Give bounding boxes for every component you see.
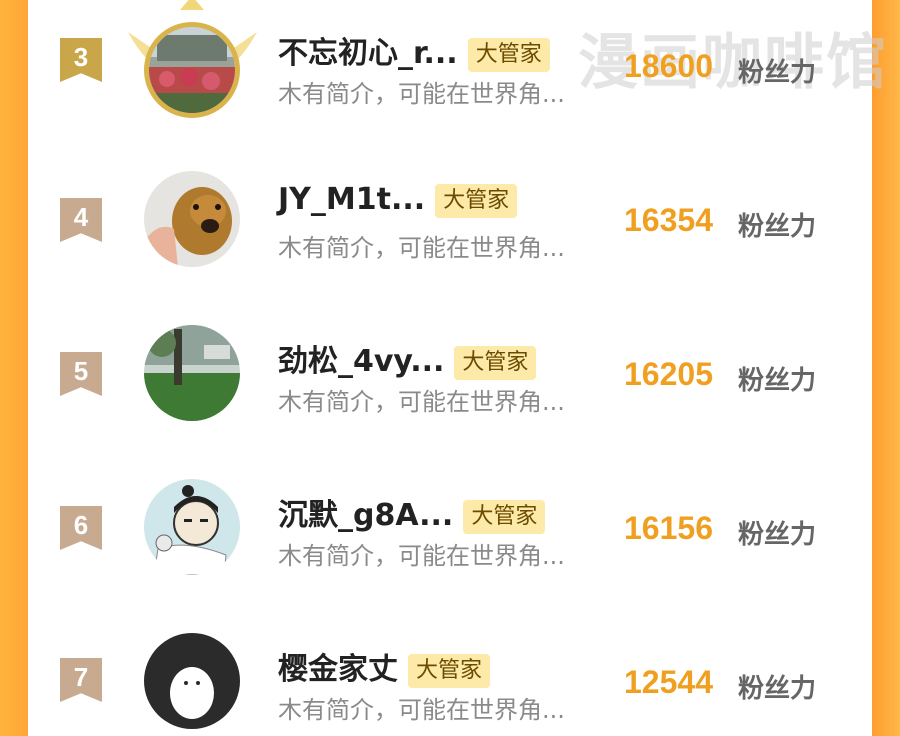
user-name[interactable]: JY_M1t... 大管家 <box>278 182 518 218</box>
user-name-text: 劲松_4vy... <box>278 344 445 379</box>
user-name[interactable]: 劲松_4vy... 大管家 <box>278 336 537 380</box>
avatar[interactable] <box>144 479 240 575</box>
avatar[interactable] <box>144 22 240 118</box>
fan-score-unit: 粉丝力 <box>738 674 817 704</box>
user-name[interactable]: 樱金家丈 大管家 <box>278 644 491 688</box>
avatar[interactable] <box>144 171 240 267</box>
rank-badge: 7 <box>60 658 102 702</box>
avatar[interactable] <box>144 633 240 729</box>
list-item[interactable]: 4 JY_M1t... 大管家 木有简介，可能在世界角... 16354 粉丝力 <box>0 154 900 274</box>
user-name-text: 不忘初心_r... <box>278 36 458 71</box>
user-bio: 木有简介，可能在世界角... <box>278 80 565 108</box>
list-item[interactable]: 5 劲松_4vy... 大管家 木有简介，可能在世界角... 16205 粉丝力 <box>0 308 900 428</box>
rank-badge: 6 <box>60 506 102 550</box>
role-badge: 大管家 <box>435 183 518 218</box>
user-name-text: 沉默_g8A... <box>278 498 454 533</box>
list-item[interactable]: 6 沉默_g8A... 大管家 木有简介，可能在世界角... 16156 粉丝力 <box>0 462 900 582</box>
user-name-text: JY_M1t... <box>278 182 426 217</box>
list-item[interactable]: 7 樱金家丈 大管家 木有简介，可能在世界角... 12544 粉丝力 <box>0 616 900 736</box>
fan-score: 12544 <box>624 664 713 700</box>
rank-badge: 3 <box>60 38 102 82</box>
user-bio: 木有简介，可能在世界角... <box>278 234 565 262</box>
user-name[interactable]: 沉默_g8A... 大管家 <box>278 490 546 534</box>
fan-score-unit: 粉丝力 <box>738 366 817 396</box>
avatar[interactable] <box>144 325 240 421</box>
rank-badge: 4 <box>60 198 102 242</box>
user-bio: 木有简介，可能在世界角... <box>278 542 565 570</box>
fan-score-unit: 粉丝力 <box>738 520 817 550</box>
role-badge: 大管家 <box>408 653 491 688</box>
user-bio: 木有简介，可能在世界角... <box>278 388 565 416</box>
role-badge: 大管家 <box>454 345 537 380</box>
user-name-text: 樱金家丈 <box>278 652 398 687</box>
role-badge: 大管家 <box>463 499 546 534</box>
fan-score-unit: 粉丝力 <box>738 58 817 88</box>
rank-badge: 5 <box>60 352 102 396</box>
fan-score: 16205 <box>624 356 713 392</box>
role-badge: 大管家 <box>467 37 550 72</box>
fan-score: 16354 <box>624 202 713 238</box>
fan-score: 16156 <box>624 510 713 546</box>
user-name[interactable]: 不忘初心_r... 大管家 <box>278 28 550 72</box>
user-bio: 木有简介，可能在世界角... <box>278 696 565 724</box>
fan-score-unit: 粉丝力 <box>738 212 817 242</box>
fan-score: 18600 <box>624 48 713 84</box>
list-item[interactable]: 3 不忘初心_r... 大管家 木有简介，可能在世界角... 18600 粉丝力 <box>0 0 900 120</box>
